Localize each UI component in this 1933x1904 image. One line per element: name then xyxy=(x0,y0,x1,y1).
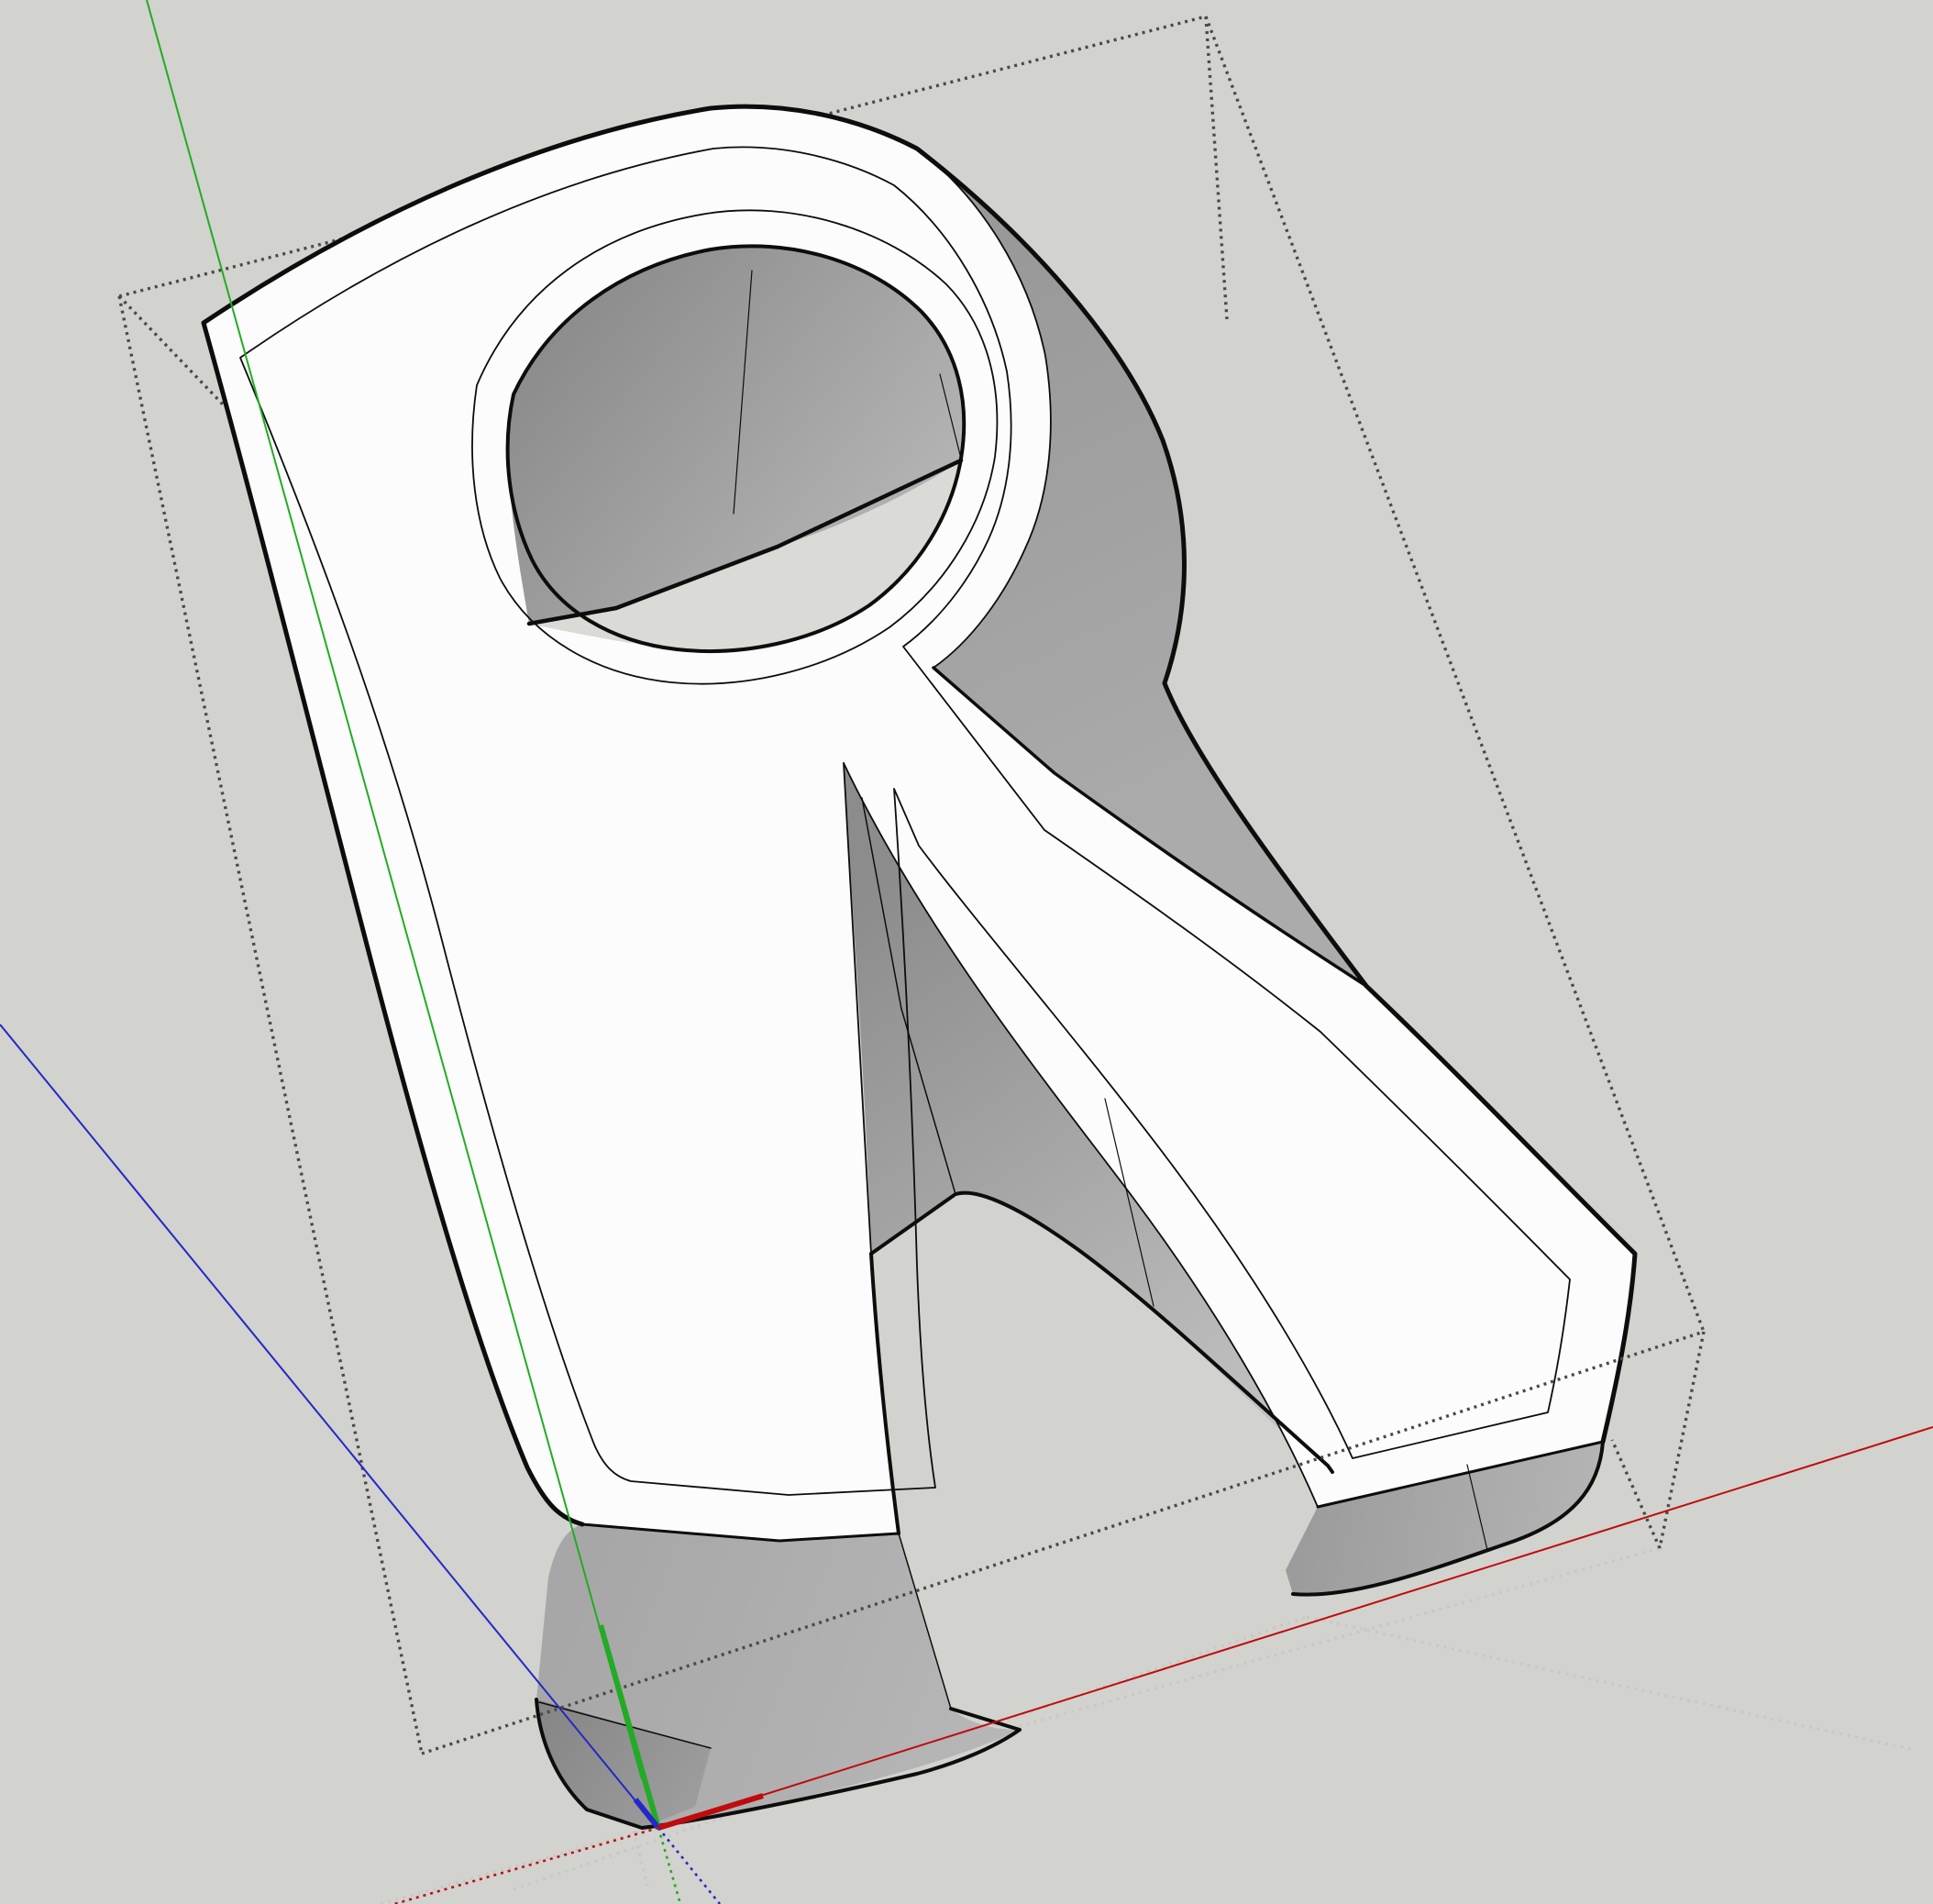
modeling-viewport[interactable] xyxy=(0,0,1933,1904)
viewport-canvas[interactable] xyxy=(0,0,1933,1904)
